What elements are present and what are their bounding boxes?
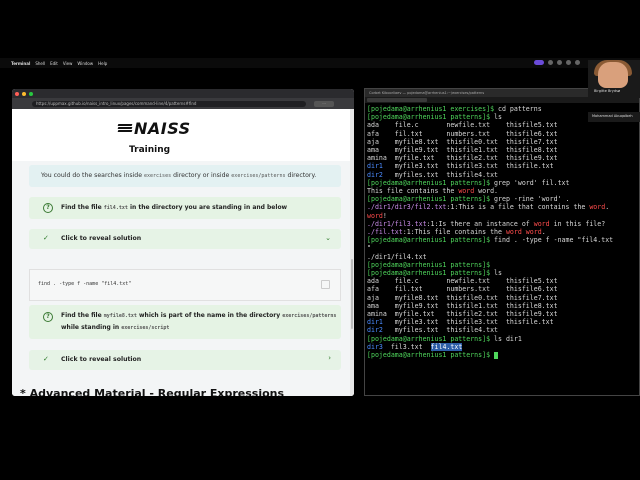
participant-name: Mohammad Abuqalbeh — [592, 114, 633, 118]
section-heading: * Advanced Material - Regular Expression… — [20, 387, 284, 396]
note-text: directory. — [287, 172, 317, 179]
chevron-down-icon: ⌄ — [325, 234, 331, 242]
task-text: Find the file fil4.txt in the directory … — [61, 204, 288, 211]
reveal-solution-2[interactable]: ✓ Click to reveal solution › — [29, 350, 341, 370]
reveal-label: Click to reveal solution — [61, 235, 142, 242]
scrollbar-thumb[interactable] — [351, 259, 353, 329]
scrollbar[interactable] — [350, 109, 354, 396]
info-note: You could do the searches inside exercis… — [29, 165, 341, 187]
site-header: NAISS Training — [12, 109, 354, 161]
status-icon[interactable] — [557, 60, 562, 65]
menu-edit[interactable]: Edit — [50, 61, 58, 66]
site-subtitle: Training — [129, 145, 171, 155]
check-icon: ✓ — [43, 234, 49, 242]
terminal-cursor — [494, 351, 499, 359]
download-button[interactable]: ⋯ — [314, 100, 334, 107]
zoom-window-icon[interactable] — [29, 91, 33, 96]
note-code: exercises — [144, 173, 172, 179]
address-bar[interactable]: https://uppmax.github.io/naiss_intro_lin… — [32, 100, 306, 107]
terminal-tab[interactable] — [367, 98, 427, 102]
page-content: NAISS Training You could do the searches… — [12, 109, 354, 396]
video-participant[interactable]: Mohammad Abuqalbeh — [588, 112, 640, 122]
note-code: exercises/patterns — [231, 173, 286, 179]
browser-window: https://uppmax.github.io/naiss_intro_lin… — [12, 89, 354, 396]
participant-name: Birgitte Brydsø — [594, 89, 621, 93]
menu-shell[interactable]: Shell — [35, 61, 45, 66]
check-icon: ✓ — [43, 355, 49, 363]
reveal-label: Click to reveal solution — [61, 356, 142, 363]
question-icon: ? — [43, 203, 53, 213]
solution-code: find . -type f -name "fil4.txt" — [38, 281, 132, 287]
task-find-myfile8: ? Find the file myfile8.txt which is par… — [29, 305, 341, 339]
naiss-mark-icon — [117, 123, 133, 134]
chevron-right-icon: › — [328, 354, 331, 362]
terminal-output[interactable]: [pojedama@arrhenius1 exercises]$ cd patt… — [367, 105, 613, 359]
reveal-solution-1[interactable]: ✓ Click to reveal solution ⌄ — [29, 229, 341, 249]
status-icons — [534, 60, 580, 65]
video-participant[interactable]: Birgitte Brydsø — [588, 60, 640, 98]
copy-icon[interactable] — [321, 280, 330, 289]
menu-view[interactable]: View — [63, 61, 73, 66]
macos-menubar: Terminal Shell Edit View Window Help — [0, 58, 640, 68]
status-icon[interactable] — [566, 60, 571, 65]
note-text: You could do the searches inside — [41, 172, 143, 179]
note-text: directory or inside — [173, 172, 230, 179]
naiss-logo[interactable]: NAISS — [117, 119, 191, 138]
solution-code-block: find . -type f -name "fil4.txt" — [29, 269, 341, 301]
menu-window[interactable]: Window — [77, 61, 93, 66]
status-icon[interactable] — [575, 60, 580, 65]
browser-tabbar — [12, 89, 354, 98]
terminal-window[interactable]: Corbet Kiboorliaev — pojedama@arrhenius1… — [364, 88, 640, 396]
menu-help[interactable]: Help — [98, 61, 107, 66]
menu-terminal[interactable]: Terminal — [11, 61, 30, 66]
task-find-fil4: ? Find the file fil4.txt in the director… — [29, 197, 341, 219]
browser-toolbar: https://uppmax.github.io/naiss_intro_lin… — [12, 98, 354, 109]
task-text: Find the file myfile8.txt which is part … — [61, 312, 337, 319]
minimize-window-icon[interactable] — [22, 91, 26, 96]
task-text-line2: while standing in exercises/script — [61, 324, 170, 331]
brand-name: NAISS — [134, 119, 191, 138]
close-window-icon[interactable] — [15, 91, 19, 96]
status-icon[interactable] — [548, 60, 553, 65]
participant-face — [598, 62, 628, 88]
screen-share-icon[interactable] — [534, 60, 544, 65]
star-icon: * — [20, 387, 26, 396]
question-icon: ? — [43, 312, 53, 322]
